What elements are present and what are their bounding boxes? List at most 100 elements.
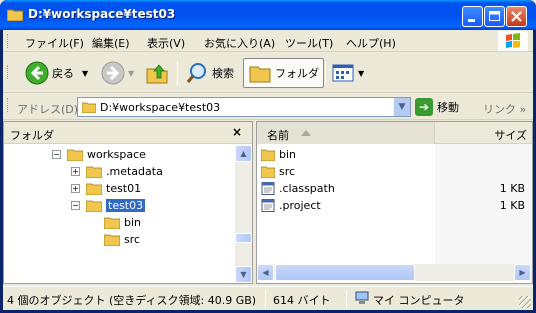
toolbar-grip[interactable] [7, 65, 10, 79]
tree-item-test03[interactable]: − test03 [71, 197, 146, 213]
tree-item-metadata[interactable]: + .metadata [71, 163, 163, 179]
tree-item-bin[interactable]: bin [104, 214, 141, 230]
file-row-src[interactable]: src [259, 163, 527, 180]
expand-icon[interactable]: + [71, 166, 80, 176]
file-name: bin [279, 148, 297, 161]
address-dropdown-button[interactable]: ▼ [393, 98, 410, 116]
file-row-classpath[interactable]: .classpath 1 KB [259, 180, 527, 197]
close-button[interactable] [506, 6, 527, 27]
windows-logo-icon [498, 31, 528, 51]
address-label: アドレス(D) [17, 103, 79, 116]
address-grip[interactable] [7, 98, 10, 112]
menu-favorites[interactable]: お気に入り(A) [204, 35, 275, 51]
file-row-bin[interactable]: bin [259, 146, 527, 163]
menu-view[interactable]: 表示(V) [147, 35, 185, 51]
file-list-horizontal-scrollbar[interactable]: ◀ ▶ [257, 264, 532, 281]
status-bar: 4 個のオブジェクト (空きディスク領域: 40.9 GB) 614 バイト マ… [3, 286, 533, 310]
expand-icon[interactable]: + [71, 183, 80, 193]
chevron-down-icon: ▼ [398, 102, 406, 112]
my-computer-icon [355, 291, 369, 304]
menu-edit[interactable]: 編集(E) [92, 35, 130, 51]
column-name-header[interactable]: 名前 [257, 122, 435, 144]
views-dropdown-icon[interactable]: ▼ [358, 69, 364, 78]
folder-icon [261, 166, 275, 178]
status-object-count: 4 個のオブジェクト (空きディスク領域: 40.9 GB) [7, 294, 257, 307]
explorer-window: D:¥workspace¥test03 ファイル(F) 編集(E) 表示(V) … [0, 0, 536, 313]
open-folder-icon [86, 200, 102, 212]
scroll-down-button[interactable]: ▼ [235, 266, 252, 283]
back-button[interactable]: 戻る ▼ [25, 58, 88, 88]
folders-icon [249, 66, 271, 83]
status-divider [346, 290, 347, 308]
folder-pane-vertical-scrollbar[interactable]: ▲ ▼ [235, 145, 252, 283]
scroll-thumb[interactable] [235, 233, 252, 243]
tree-item-src[interactable]: src [104, 231, 140, 247]
address-bar: アドレス(D) D:¥workspace¥test03 ▼ ➔ 移動 リンク » [3, 94, 533, 120]
folder-icon [67, 149, 83, 161]
toolbar-separator [177, 61, 178, 85]
up-folder-button[interactable] [145, 58, 172, 88]
folder-icon [104, 217, 120, 229]
menu-grip[interactable] [7, 34, 10, 48]
column-size-header[interactable]: サイズ [437, 127, 527, 143]
tree-item-label: test01 [106, 181, 142, 195]
maximize-icon [489, 11, 500, 21]
address-input[interactable]: D:¥workspace¥test03 ▼ [77, 97, 411, 117]
scroll-thumb[interactable] [275, 264, 415, 281]
links-toolbar[interactable]: リンク » [483, 101, 526, 117]
close-pane-icon[interactable]: × [232, 125, 242, 139]
resize-grip[interactable] [519, 296, 531, 308]
scroll-up-button[interactable]: ▲ [235, 145, 252, 162]
collapse-icon[interactable]: − [71, 200, 80, 210]
tree-item-label: bin [124, 215, 142, 229]
collapse-icon[interactable]: − [52, 149, 61, 159]
minimize-button[interactable] [462, 6, 483, 27]
forward-dropdown-icon[interactable]: ▼ [128, 69, 134, 78]
folders-label: フォルダ [275, 67, 319, 80]
forward-button[interactable]: ▼ [101, 58, 134, 88]
scroll-left-button[interactable]: ◀ [257, 264, 274, 281]
views-button[interactable]: ▼ [331, 58, 364, 88]
folder-icon [82, 102, 96, 113]
tree-item-label: .metadata [106, 164, 163, 178]
chevron-left-icon: ◀ [262, 268, 269, 277]
scroll-right-button[interactable]: ▶ [514, 264, 531, 281]
status-size: 614 バイト [273, 294, 331, 307]
folder-icon [104, 234, 120, 246]
file-name: src [279, 165, 296, 178]
tree-item-test01[interactable]: + test01 [71, 180, 141, 196]
file-list-pane: 名前 サイズ bin src .classpath 1 KB .project … [256, 121, 533, 284]
up-folder-icon [146, 64, 168, 84]
chevron-down-icon: ▼ [240, 270, 247, 279]
maximize-button[interactable] [484, 6, 505, 27]
folder-pane-title: フォルダ [10, 129, 54, 142]
chevron-right-icon: ▶ [519, 268, 526, 277]
folders-toggle-button[interactable]: フォルダ [243, 58, 324, 88]
back-dropdown-icon[interactable]: ▼ [82, 69, 88, 78]
file-name: .project [279, 199, 321, 212]
search-label: 検索 [212, 67, 234, 80]
folder-icon [7, 9, 23, 21]
tree-item-label-selected: test03 [106, 198, 146, 212]
title-bar[interactable]: D:¥workspace¥test03 [0, 0, 536, 30]
tree-item-workspace[interactable]: − workspace [52, 146, 146, 162]
chevron-up-icon: ▲ [240, 149, 247, 158]
go-button[interactable]: ➔ 移動 [415, 98, 459, 116]
file-row-project[interactable]: .project 1 KB [259, 197, 527, 214]
menu-bar: ファイル(F) 編集(E) 表示(V) お気に入り(A) ツール(T) ヘルプ(… [3, 30, 533, 52]
address-value: D:¥workspace¥test03 [100, 101, 221, 114]
back-label: 戻る [52, 67, 74, 80]
status-divider [265, 290, 266, 308]
folder-icon [261, 149, 275, 161]
folder-tree-pane: フォルダ × − workspace + .metadata + test01 … [3, 121, 253, 284]
menu-help[interactable]: ヘルプ(H) [346, 35, 396, 51]
folder-icon [86, 166, 102, 178]
menu-tools[interactable]: ツール(T) [285, 35, 333, 51]
forward-arrow-icon [101, 61, 125, 85]
menu-file[interactable]: ファイル(F) [25, 35, 84, 51]
links-label: リンク [483, 103, 516, 116]
file-icon [261, 182, 275, 195]
views-icon [332, 64, 354, 82]
search-button[interactable]: 検索 [185, 58, 234, 88]
tree-item-label: workspace [87, 147, 146, 161]
